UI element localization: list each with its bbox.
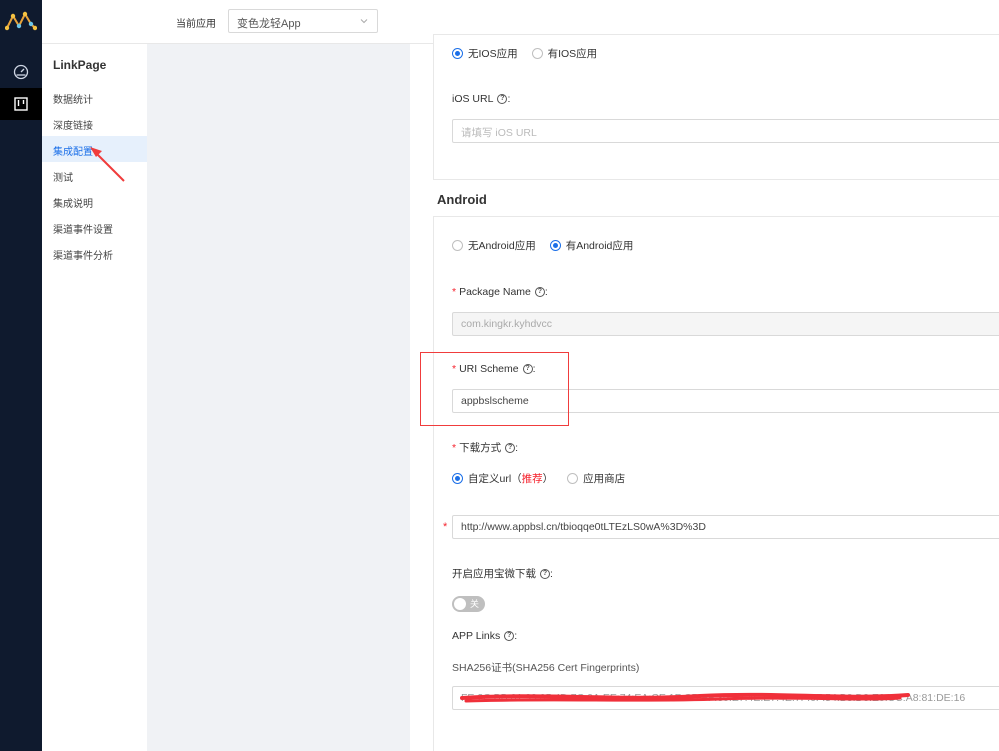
download-option-store[interactable]: 应用商店 [567,471,625,486]
toggle-knob [454,598,466,610]
annotation-highlight-box [420,352,569,426]
radio-checked-icon [452,48,463,59]
yyb-download-label-text: 开启应用宝微下载 [452,568,536,580]
sha256-label: SHA256证书(SHA256 Cert Fingerprints) [452,662,640,674]
ios-option-has[interactable]: 有IOS应用 [531,46,598,61]
radio-unchecked-icon [452,240,463,251]
download-url-value: http://www.appbsl.cn/tbioqqe0tLTEzLS0wA%… [461,521,706,533]
download-option-custom[interactable]: 自定义url （推荐） [452,471,553,486]
download-option-store-label: 应用商店 [583,473,626,485]
recommend-tag: 推荐 [521,473,543,485]
ios-option-has-label: 有IOS应用 [547,48,598,60]
radio-unchecked-icon [567,473,579,484]
ios-url-input[interactable]: 请填写 iOS URL [452,119,999,143]
app-links-label: APP Links ?: [452,630,518,642]
sidebar-title: LinkPage [53,58,107,72]
sidebar-item-integration-docs[interactable]: 集成说明 [42,188,147,214]
download-method-label-text: 下载方式 [459,442,502,454]
current-app-label: 当前应用 [176,19,216,30]
help-icon[interactable]: ? [504,631,515,641]
android-section-title: Android [437,192,487,207]
download-url-input[interactable]: http://www.appbsl.cn/tbioqqe0tLTEzLS0wA%… [452,515,999,539]
ios-url-placeholder: 请填写 iOS URL [461,127,537,139]
ios-option-none[interactable]: 无IOS应用 [452,46,518,61]
dashboard-icon [13,64,29,80]
help-icon[interactable]: ? [497,94,508,104]
ios-option-none-label: 无IOS应用 [468,48,518,60]
download-option-custom-label: 自定义url [468,473,512,485]
android-option-has[interactable]: 有Android应用 [549,238,634,253]
rail-dashboard-button[interactable] [0,56,42,88]
package-name-value: com.kingkr.kyhdvcc [461,318,553,330]
help-icon[interactable]: ? [534,287,545,297]
board-icon [14,97,28,111]
android-option-has-label: 有Android应用 [565,240,634,252]
sidebar-item-deeplink[interactable]: 深度链接 [42,110,147,136]
yyb-download-label: 开启应用宝微下载 ?: [452,567,553,581]
android-radio-group: 无Android应用 有Android应用 [452,238,647,253]
android-option-none-label: 无Android应用 [468,240,536,252]
chevron-down-icon [360,19,368,24]
app-select-value: 变色龙轻App [237,18,301,30]
yyb-download-toggle[interactable]: 关 [452,596,485,612]
radio-checked-icon [452,473,463,484]
sidebar-item-channel-event-settings[interactable]: 渠道事件设置 [42,214,147,240]
app-rail [0,0,42,751]
ios-radio-group: 无IOS应用 有IOS应用 [452,46,611,61]
canvas-area [147,44,410,751]
ios-url-label-text: iOS URL [452,93,494,105]
download-method-radio-group: 自定义url （推荐） 应用商店 [452,471,639,486]
toggle-text: 关 [470,599,480,609]
package-name-label-text: Package Name [459,286,531,298]
help-icon[interactable]: ? [540,568,550,579]
required-marker: * [443,521,448,533]
ios-url-label: iOS URL ?: [452,93,511,105]
annotation-arrow [90,147,125,182]
package-name-label: * Package Name ?: [452,286,548,298]
android-option-none[interactable]: 无Android应用 [452,238,536,253]
logo-icon [5,11,37,31]
sidebar-item-stats[interactable]: 数据统计 [42,84,147,110]
app-links-label-text: APP Links [452,630,501,642]
package-name-input: com.kingkr.kyhdvcc [452,312,999,336]
radio-checked-icon [549,240,561,251]
rail-board-button[interactable] [0,88,42,120]
radio-unchecked-icon [531,48,543,59]
sidebar-item-channel-event-analysis[interactable]: 渠道事件分析 [42,240,147,266]
download-method-label: * 下载方式 ?: [452,441,519,455]
help-icon[interactable]: ? [505,442,516,453]
redaction-scribble [460,692,910,703]
app-select[interactable]: 变色龙轻App [228,9,378,33]
